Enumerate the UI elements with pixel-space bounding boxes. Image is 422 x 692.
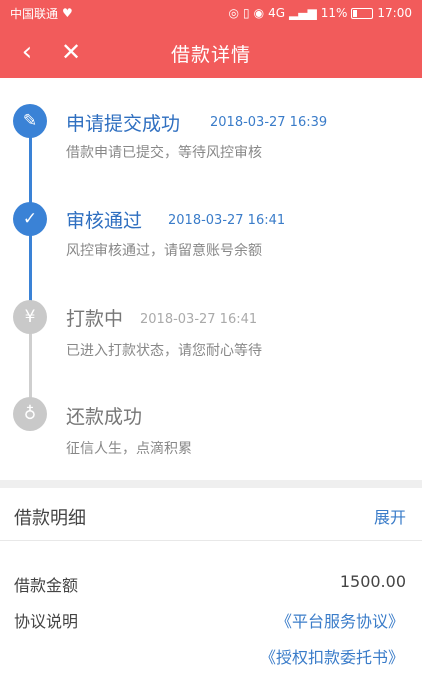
agreement-label: 协议说明 xyxy=(14,612,79,631)
signal-icon: ▂▄▆ xyxy=(289,6,317,20)
vibrate-icon: ▯ xyxy=(243,6,250,20)
step-title: 打款中 xyxy=(66,308,124,330)
amount-label: 借款金额 xyxy=(14,576,79,595)
step-time: 2018-03-27 16:39 xyxy=(210,115,328,130)
money-bag-icon: ♁ xyxy=(13,397,47,431)
heart-icon: ♥ xyxy=(62,6,73,20)
step-time: 2018-03-27 16:41 xyxy=(168,213,286,228)
step-desc: 借款申请已提交，等待风控审核 xyxy=(66,145,262,161)
headphone-icon: ◎ xyxy=(228,6,240,20)
battery-percent: 11% xyxy=(320,6,348,20)
step-title: 审核通过 xyxy=(66,210,143,232)
progress-timeline: ✎ 申请提交成功 2018-03-27 16:39 借款申请已提交，等待风控审核… xyxy=(0,78,422,480)
nav-bar: ‹ ✕ 借款详情 xyxy=(0,26,422,78)
loan-detail-header: 借款明细 展开 xyxy=(0,488,422,541)
status-bar: 中国联通 ♥ ◎ ▯ ◉ 4G ▂▄▆ 11% 17:00 xyxy=(0,0,422,26)
step-desc: 已进入打款状态，请您耐心等待 xyxy=(66,343,262,359)
clock: 17:00 xyxy=(377,6,412,20)
check-icon: ✓ xyxy=(13,202,47,236)
loan-detail-card: 借款明细 展开 借款金额 1500.00 协议说明 《平台服务协议》 《授权扣款… xyxy=(0,488,422,692)
amount-value: 1500.00 xyxy=(339,572,406,591)
step-desc: 风控审核通过，请留意账号余额 xyxy=(66,243,262,259)
edit-icon: ✎ xyxy=(13,104,47,138)
battery-icon xyxy=(351,7,374,19)
step-title: 申请提交成功 xyxy=(66,113,181,135)
loan-detail-title: 借款明细 xyxy=(14,508,86,529)
expand-button[interactable]: 展开 xyxy=(374,504,406,528)
debit-authorization-link[interactable]: 《授权扣款委托书》 xyxy=(260,644,404,668)
signal-label: 4G xyxy=(268,6,286,20)
eye-icon: ◉ xyxy=(253,6,265,20)
service-agreement-link[interactable]: 《平台服务协议》 xyxy=(276,608,404,632)
step-desc: 征信人生，点滴积累 xyxy=(66,441,192,457)
step-title: 还款成功 xyxy=(66,406,143,428)
carrier-label: 中国联通 xyxy=(10,6,59,21)
page-title: 借款详情 xyxy=(170,44,251,66)
yen-icon: ¥ xyxy=(13,300,47,334)
step-time: 2018-03-27 16:41 xyxy=(140,312,258,327)
